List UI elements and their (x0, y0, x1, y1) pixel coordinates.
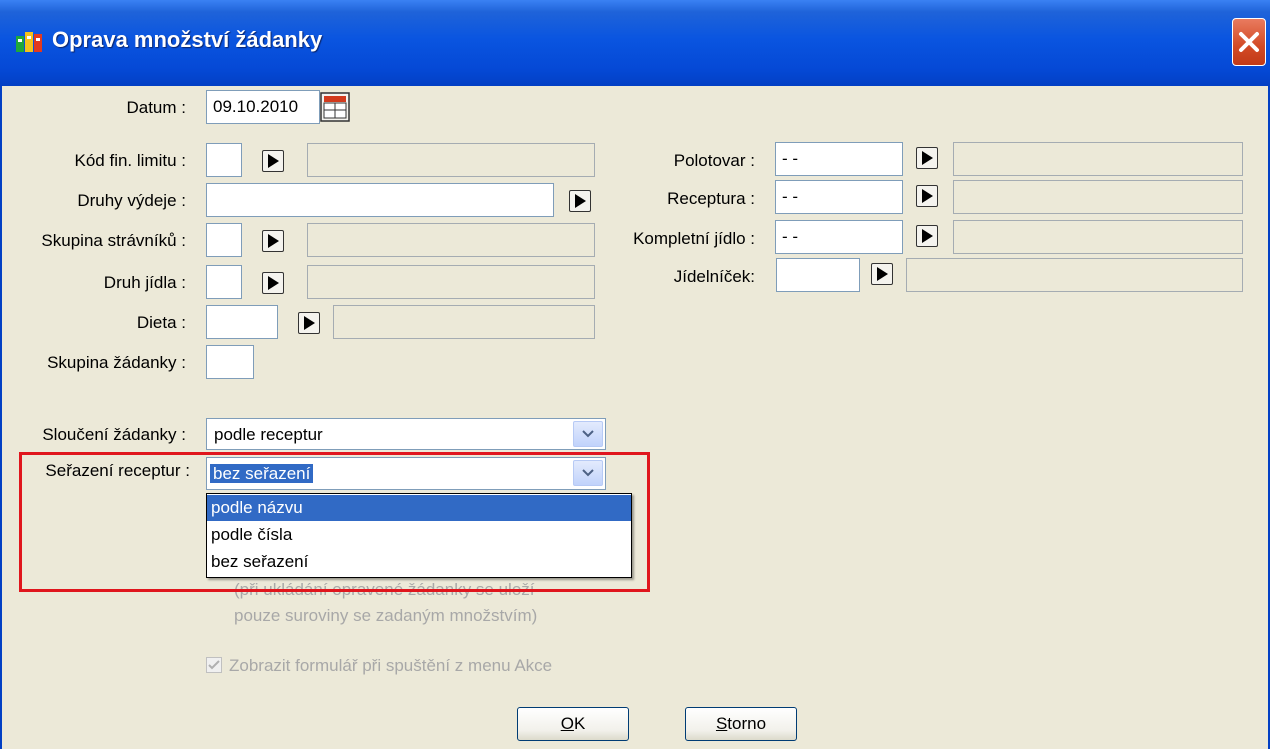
storno-button[interactable]: Storno (685, 707, 797, 741)
kod-fin-limitu-input[interactable] (206, 143, 242, 177)
arrow-right-icon (921, 189, 933, 203)
slouceni-zadanky-select[interactable]: podle receptur (206, 418, 606, 450)
arrow-right-icon (267, 276, 279, 290)
kompletni-jidlo-label: Kompletní jídlo : (633, 229, 755, 248)
serazeni-receptur-value-wrap: bez seřazení (210, 464, 314, 484)
arrow-right-icon (574, 194, 586, 208)
druh-jidla-description (307, 265, 595, 299)
skupina-zadanky-label: Skupina žádanky : (47, 353, 186, 372)
note-line-2: pouze suroviny se zadaným množstvím) (234, 606, 538, 625)
druh-jidla-label: Druh jídla : (103, 273, 186, 292)
druh-jidla-lookup-button[interactable] (262, 272, 284, 294)
dropdown-option-bez-serazeni[interactable]: bez seřazení (207, 549, 631, 575)
dropdown-option-podle-cisla[interactable]: podle čísla (207, 522, 631, 548)
ok-mnemonic: O (560, 714, 574, 733)
druhy-vydeje-lookup-button[interactable] (569, 190, 591, 212)
kompletni-jidlo-input[interactable]: - - (775, 220, 903, 254)
receptura-label: Receptura : (667, 189, 755, 208)
kod-fin-limitu-description (307, 143, 595, 177)
jidelnicek-description (906, 258, 1243, 292)
druh-jidla-input[interactable] (206, 265, 242, 299)
arrow-right-icon (921, 229, 933, 243)
dropdown-option-podle-nazvu[interactable]: podle názvu (207, 495, 631, 521)
close-button[interactable] (1232, 18, 1266, 66)
dieta-description (333, 305, 595, 339)
slouceni-zadanky-dropdown-button[interactable] (573, 421, 603, 447)
druhy-vydeje-input[interactable] (206, 183, 554, 217)
window-title: Oprava množství žádanky (52, 27, 323, 52)
kompletni-jidlo-value: - - (782, 227, 799, 246)
arrow-right-icon (921, 151, 933, 165)
polotovar-description (953, 142, 1243, 176)
ok-label-rest: K (573, 714, 586, 733)
app-icon (16, 32, 42, 52)
note-line-1: (při ukládání opravené žádanky se uloží (234, 580, 535, 599)
checkmark-icon (208, 660, 220, 670)
skupina-zadanky-input[interactable] (206, 345, 254, 379)
zobrazit-formular-label: Zobrazit formulář při spuštění z menu Ak… (229, 656, 553, 675)
skupina-stravniku-input[interactable] (206, 223, 242, 257)
datum-label: Datum : (126, 98, 186, 117)
dieta-label: Dieta : (136, 313, 186, 332)
druhy-vydeje-label: Druhy výdeje : (77, 191, 186, 210)
slouceni-zadanky-value: podle receptur (214, 425, 323, 444)
calendar-icon (320, 92, 350, 122)
jidelnicek-lookup-button[interactable] (871, 263, 893, 285)
skupina-stravniku-lookup-button[interactable] (262, 230, 284, 252)
close-icon (1239, 32, 1259, 52)
arrow-right-icon (267, 154, 279, 168)
chevron-down-icon (582, 469, 594, 477)
receptura-description (953, 180, 1243, 214)
kod-fin-limitu-label: Kód fin. limitu : (74, 151, 187, 170)
jidelnicek-input[interactable] (776, 258, 860, 292)
storno-label-rest: torno (727, 714, 767, 733)
kod-fin-limitu-lookup-button[interactable] (262, 150, 284, 172)
slouceni-zadanky-label: Sloučení žádanky : (42, 425, 186, 444)
arrow-right-icon (267, 234, 279, 248)
datum-value: 09.10.2010 (213, 97, 299, 116)
chevron-down-icon (582, 430, 594, 438)
dieta-lookup-button[interactable] (298, 312, 320, 334)
serazeni-receptur-label: Seřazení receptur : (45, 461, 190, 480)
kompletni-jidlo-description (953, 220, 1243, 254)
skupina-stravniku-label: Skupina strávníků : (41, 231, 186, 250)
jidelnicek-label: Jídelníček: (673, 267, 755, 286)
polotovar-label: Polotovar : (673, 151, 755, 170)
arrow-right-icon (303, 316, 315, 330)
serazeni-receptur-value: bez seřazení (210, 464, 314, 483)
polotovar-value: - - (782, 149, 799, 168)
ok-button[interactable]: OK (517, 707, 629, 741)
zobrazit-formular-checkbox[interactable] (206, 657, 222, 673)
polotovar-lookup-button[interactable] (916, 147, 938, 169)
receptura-lookup-button[interactable] (916, 185, 938, 207)
storno-mnemonic: S (715, 714, 728, 733)
arrow-right-icon (876, 267, 888, 281)
serazeni-receptur-dropdown-button[interactable] (573, 460, 603, 486)
title-bar[interactable]: Oprava množství žádanky (0, 0, 1270, 86)
kompletni-jidlo-lookup-button[interactable] (916, 225, 938, 247)
receptura-value: - - (782, 187, 799, 206)
calendar-button[interactable] (320, 92, 350, 122)
receptura-input[interactable]: - - (775, 180, 903, 214)
datum-input[interactable]: 09.10.2010 (206, 90, 320, 124)
skupina-stravniku-description (307, 223, 595, 257)
dieta-input[interactable] (206, 305, 278, 339)
serazeni-receptur-dropdown-list: podle názvu podle čísla bez seřazení (206, 493, 632, 578)
polotovar-input[interactable]: - - (775, 142, 903, 176)
serazeni-receptur-select[interactable]: bez seřazení (206, 457, 606, 490)
